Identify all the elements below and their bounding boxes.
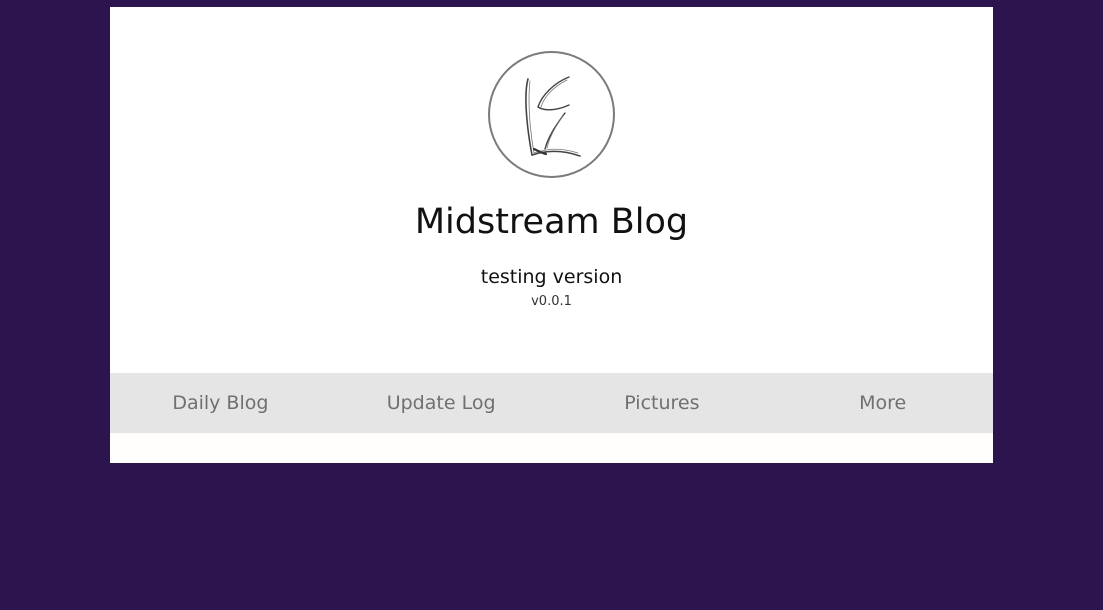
version-label: v0.0.1 xyxy=(531,294,572,309)
nav-item-daily-blog[interactable]: Daily Blog xyxy=(110,373,331,433)
blog-header: Midstream Blog testing version v0.0.1 xyxy=(110,7,993,373)
logo-icon[interactable] xyxy=(488,51,615,178)
blog-title: Midstream Blog xyxy=(414,202,689,242)
nav-item-more[interactable]: More xyxy=(772,373,993,433)
main-nav: Daily Blog Update Log Pictures More xyxy=(110,373,993,433)
blog-subtitle: testing version xyxy=(480,266,623,288)
nav-item-update-log[interactable]: Update Log xyxy=(331,373,552,433)
blog-card: Midstream Blog testing version v0.0.1 Da… xyxy=(110,7,993,463)
nav-item-pictures[interactable]: Pictures xyxy=(552,373,773,433)
content-area xyxy=(110,433,993,463)
